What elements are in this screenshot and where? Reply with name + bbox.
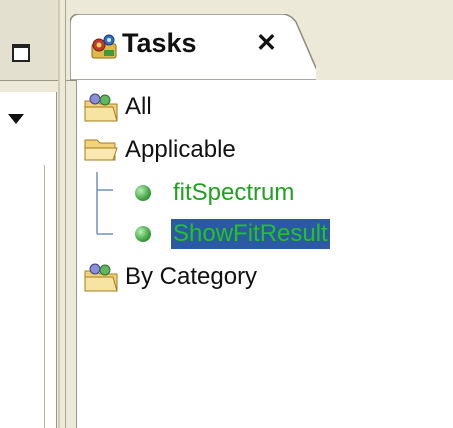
green-bullet-icon	[135, 226, 151, 242]
tree-item-label: Applicable	[125, 136, 236, 163]
maximize-icon	[12, 44, 30, 62]
left-view-content	[0, 92, 57, 428]
folder-open-icon	[84, 139, 118, 161]
tab-tasks[interactable]: Tasks ✕	[70, 14, 316, 81]
dropdown-arrow-icon[interactable]	[8, 114, 24, 124]
left-view-divider	[44, 165, 45, 428]
close-icon[interactable]: ✕	[256, 28, 277, 58]
task-tree[interactable]: All Applicable fitSpectrum ShowFitResult	[76, 80, 453, 428]
tab-tasks-label: Tasks	[122, 28, 197, 58]
tree-item-label: ShowFitResult	[171, 219, 330, 249]
tree-item-label: By Category	[125, 263, 258, 290]
tasks-tabstrip: Tasks ✕	[66, 0, 453, 81]
tasks-view: Tasks ✕ All Applicable fitSpectrum ShowF…	[66, 0, 453, 428]
left-view	[0, 0, 58, 428]
green-bullet-icon	[135, 185, 151, 201]
maximize-button[interactable]	[4, 40, 36, 66]
tree-item-showfitresult[interactable]: ShowFitResult	[135, 217, 330, 251]
tree-item-label: All	[125, 93, 152, 120]
folder-people-icon	[84, 263, 118, 292]
tree-item-fitspectrum[interactable]: fitSpectrum	[135, 176, 296, 210]
tree-item-by-category[interactable]: By Category	[83, 260, 259, 294]
view-separator[interactable]	[58, 0, 60, 428]
tree-item-applicable[interactable]: Applicable	[83, 133, 238, 167]
tree-item-all[interactable]: All	[83, 90, 154, 124]
tree-item-label: fitSpectrum	[173, 179, 295, 206]
folder-people-icon	[84, 93, 118, 122]
tasks-gear-icon	[91, 34, 117, 59]
